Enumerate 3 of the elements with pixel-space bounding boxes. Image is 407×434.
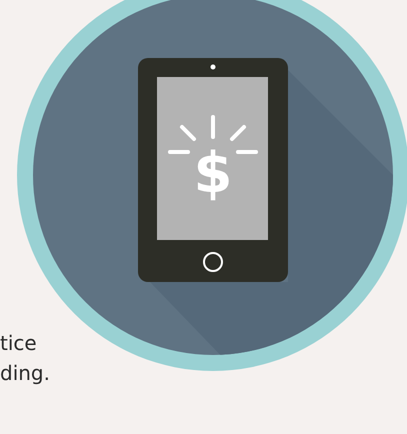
body-text: tice	[0, 330, 37, 357]
dollar-sign: $	[194, 141, 232, 206]
body-text: ding.	[0, 360, 50, 387]
